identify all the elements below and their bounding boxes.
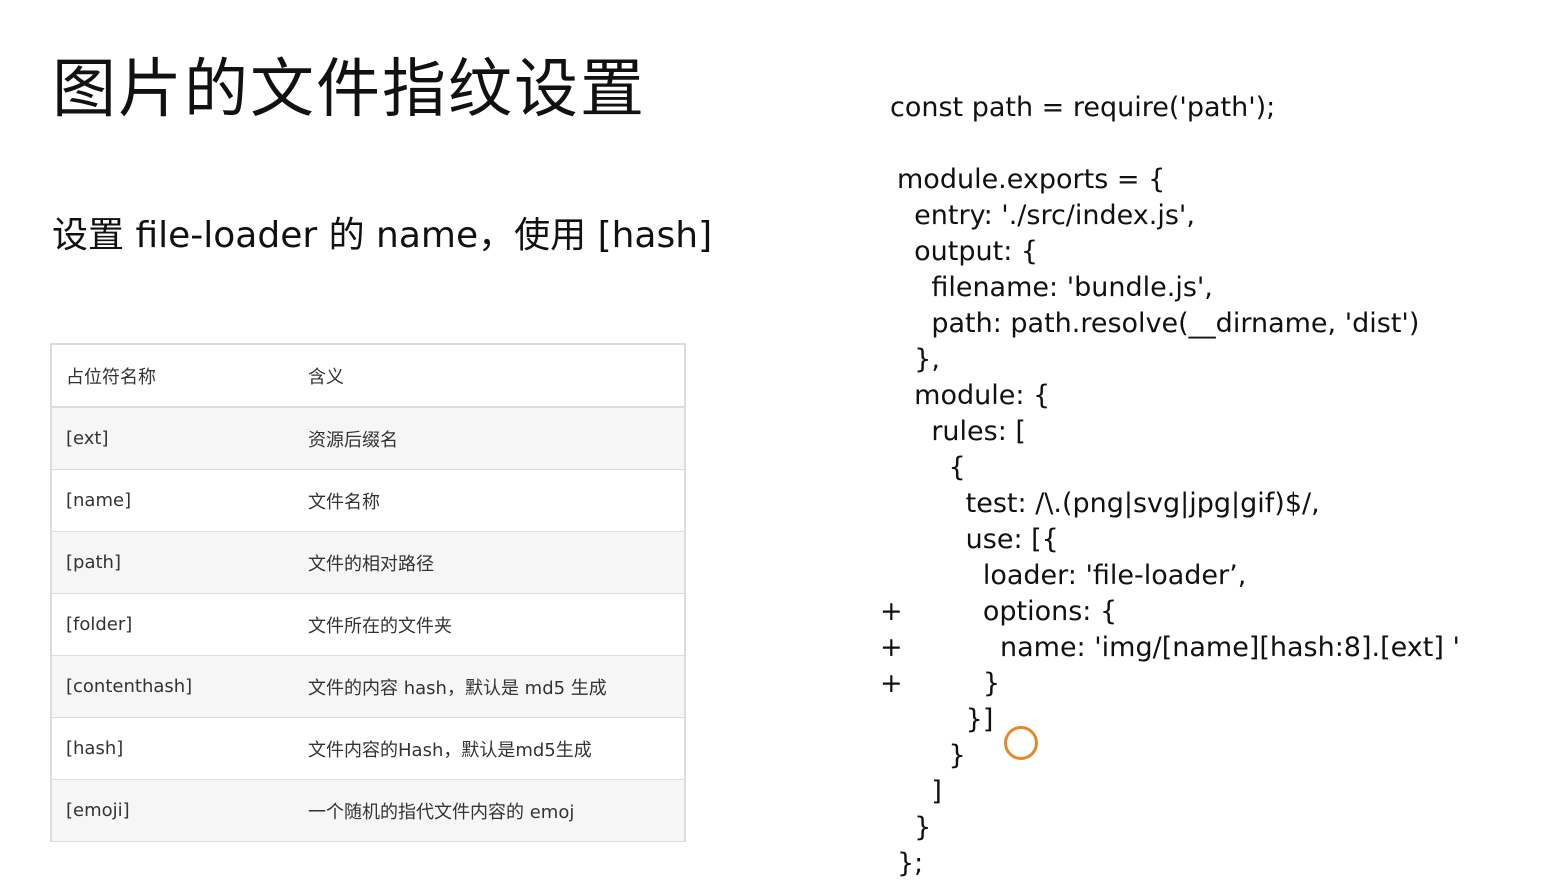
code-line: } [897, 812, 932, 843]
code-line: }; [897, 848, 924, 879]
code-line: output: { [897, 236, 1039, 267]
code-line: { [897, 452, 966, 483]
code-line: name: 'img/[name][hash:8].[ext] ' [897, 632, 1460, 663]
diff-added-marker: + [880, 596, 903, 627]
diff-added-marker: + [880, 668, 903, 699]
code-line: }, [897, 344, 940, 375]
webpack-config-code: const path = require('path'); module.exp… [0, 0, 1560, 886]
code-line: ] [897, 776, 942, 807]
code-line: module.exports = { [897, 164, 1166, 195]
code-line: }] [897, 704, 994, 735]
code-line: const path = require('path'); [890, 92, 1276, 123]
code-line: } [897, 740, 966, 771]
code-line: filename: 'bundle.js', [897, 272, 1213, 303]
code-line: options: { [897, 596, 1118, 627]
code-line: rules: [ [897, 416, 1026, 447]
code-line: use: [{ [897, 524, 1059, 555]
pointer-highlight-circle [1004, 726, 1038, 760]
code-line: path: path.resolve(__dirname, 'dist') [897, 308, 1420, 339]
code-line: module: { [897, 380, 1051, 411]
diff-added-marker: + [880, 632, 903, 663]
code-line: test: /\.(png|svg|jpg|gif)$/, [897, 488, 1320, 519]
code-line: entry: './src/index.js', [897, 200, 1195, 231]
code-line: } [897, 668, 1001, 699]
code-line: loader: 'file-loader’, [897, 560, 1247, 591]
